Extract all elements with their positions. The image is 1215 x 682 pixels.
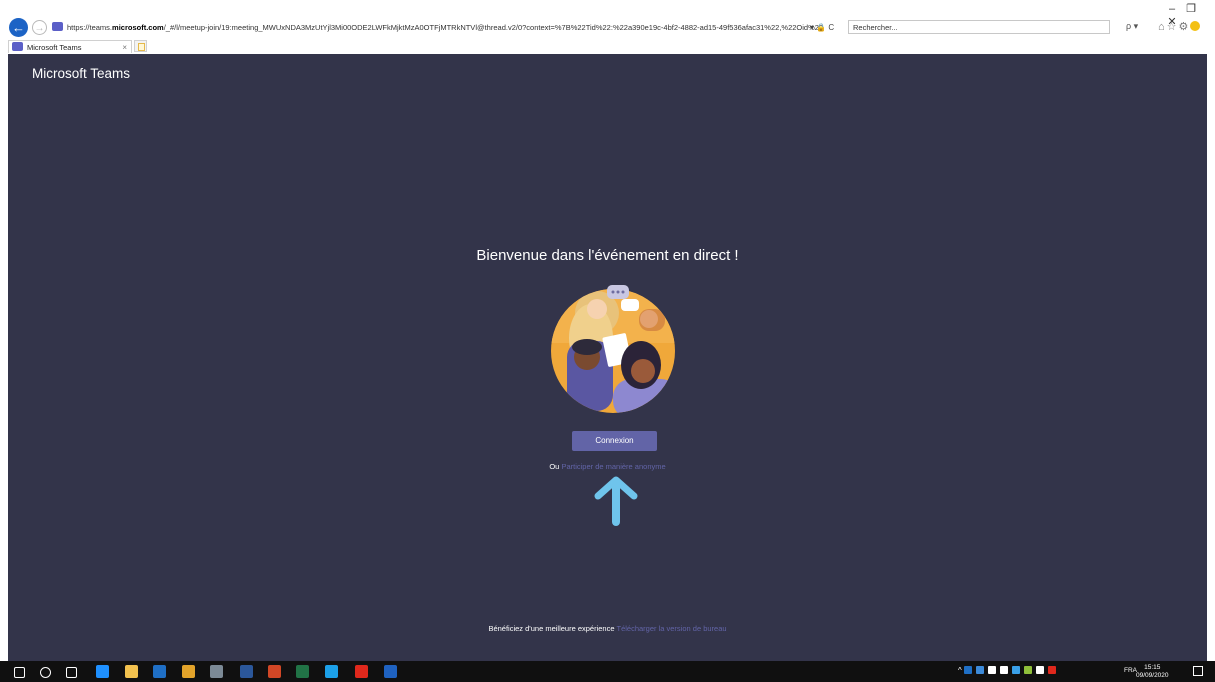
tray-app-icon[interactable] (976, 666, 984, 674)
teams-brand-title: Microsoft Teams (32, 66, 131, 81)
annotation-arrow-icon (594, 476, 638, 526)
tray-overflow-icon[interactable]: ^ (958, 666, 962, 675)
tray-security-icon[interactable] (1024, 666, 1032, 674)
restore-button[interactable]: ❐ (1183, 2, 1199, 15)
download-desktop-link[interactable]: Télécharger la version de bureau (616, 624, 726, 633)
notifications-icon[interactable] (1193, 666, 1203, 676)
settings-gear-icon[interactable]: ⚙ (1179, 21, 1191, 33)
join-anonymously-link[interactable]: Participer de manière anonyme (561, 462, 665, 471)
teams-favicon-icon (52, 22, 63, 31)
tab-close-icon[interactable]: × (122, 41, 127, 54)
address-bar[interactable]: https://teams.microsoft.com/_#/l/meetup-… (52, 20, 842, 36)
chrome-icon[interactable] (182, 665, 195, 678)
acrobat-icon[interactable] (355, 665, 368, 678)
security-app-icon[interactable] (384, 665, 397, 678)
url-path: /_#/l/meetup-join/19:meeting_MWUxNDA3MzU… (163, 23, 824, 32)
search-input[interactable]: Rechercher... (848, 20, 1110, 34)
task-view-icon[interactable] (66, 667, 77, 678)
clock-date: 09/09/2020 (1136, 672, 1169, 679)
signin-button[interactable]: Connexion (572, 431, 657, 451)
tray-volume-icon[interactable] (1012, 666, 1020, 674)
tab-favicon-icon (12, 42, 23, 51)
taskbar-clock[interactable]: 15:15 09/09/2020 (1136, 664, 1169, 680)
clock-time: 15:15 (1144, 664, 1161, 671)
url-prefix: https://teams. (67, 23, 113, 32)
browser-chrome: – ❐ ✕ ← → https://teams.microsoft.com/_#… (0, 0, 1215, 54)
forward-button[interactable]: → (32, 20, 47, 35)
toolbar-icons: ⌂☆⚙ (1158, 20, 1201, 33)
url-domain: microsoft.com (112, 23, 164, 32)
feedback-smiley-icon[interactable] (1190, 21, 1201, 31)
tab-title: Microsoft Teams (27, 43, 82, 52)
tray-display-icon[interactable] (1036, 666, 1044, 674)
footer-text: Bénéficiez d'une meilleure expérience (488, 624, 615, 633)
welcome-title: Bienvenue dans l'événement en direct ! (476, 247, 739, 264)
word-icon[interactable] (240, 665, 253, 678)
home-icon[interactable]: ⌂ (1158, 21, 1167, 33)
address-tools[interactable]: ▾ 🔒 C (810, 20, 834, 36)
footer-line: Bénéficiez d'une meilleure expérience Té… (0, 624, 1215, 633)
minimize-button[interactable]: – (1164, 3, 1180, 15)
tray-cloud-icon[interactable] (988, 666, 996, 674)
favorites-star-icon[interactable]: ☆ (1167, 21, 1179, 33)
tray-network-icon[interactable] (1000, 666, 1008, 674)
internet-explorer-icon[interactable] (325, 665, 338, 678)
tray-outlook-icon[interactable] (964, 666, 972, 674)
excel-icon[interactable] (296, 665, 309, 678)
back-button[interactable]: ← (9, 18, 28, 37)
windows-start-icon[interactable] (14, 667, 25, 678)
anonymous-join-line: Ou Participer de manière anonyme (0, 462, 1215, 471)
app-icon[interactable] (210, 665, 223, 678)
powerpoint-icon[interactable] (268, 665, 281, 678)
tray-sound-icon[interactable] (1048, 666, 1056, 674)
edge-icon[interactable] (96, 665, 109, 678)
search-icon[interactable] (40, 667, 51, 678)
file-explorer-icon[interactable] (125, 665, 138, 678)
search-icon[interactable]: ρ ▾ (1126, 21, 1138, 32)
outlook-icon[interactable] (153, 665, 166, 678)
welcome-illustration (551, 285, 675, 413)
system-tray: ^ (958, 666, 1060, 675)
tab-microsoft-teams[interactable]: Microsoft Teams × (8, 40, 132, 53)
windows-taskbar: ^ FRA 15:15 09/09/2020 (0, 661, 1215, 682)
new-tab-button[interactable] (134, 40, 147, 52)
or-text: Ou (549, 462, 560, 471)
